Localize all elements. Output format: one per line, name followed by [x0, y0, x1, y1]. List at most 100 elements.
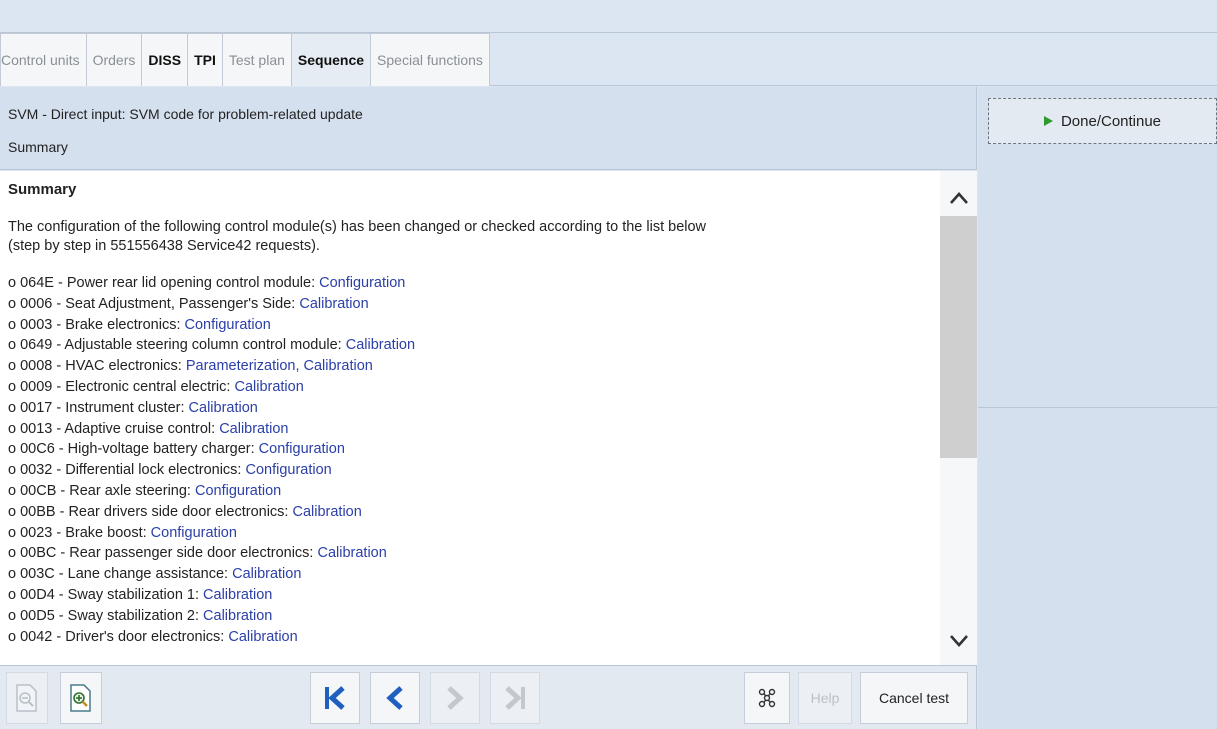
- summary-heading: Summary: [8, 181, 77, 198]
- side-panel: Done/Continue: [978, 87, 1217, 729]
- title-bar: [0, 0, 1217, 33]
- module-description: o 0003 - Brake electronics:: [8, 316, 185, 333]
- module-description: o 003C - Lane change assistance:: [8, 566, 233, 583]
- list-item: o 0032 - Differential lock electronics: …: [8, 460, 938, 481]
- done-continue-label: Done/Continue: [1060, 112, 1162, 130]
- module-description: o 0649 - Adjustable steering column cont…: [8, 337, 346, 354]
- step-header: SVM - Direct input: SVM code for problem…: [0, 87, 977, 170]
- bottom-toolbar: Help Cancel test: [0, 665, 977, 729]
- list-item: o 064E - Power rear lid opening control …: [8, 273, 938, 294]
- network-nodes-icon: [758, 688, 776, 708]
- module-action-link[interactable]: Calibration: [203, 587, 272, 603]
- module-action-link[interactable]: Configuration: [319, 275, 405, 291]
- list-item: o 0023 - Brake boost: Configuration: [8, 523, 938, 544]
- summary-paragraph-line-1: The configuration of the following contr…: [8, 219, 707, 235]
- module-description: o 00C6 - High-voltage battery charger:: [8, 441, 259, 458]
- chevron-left-icon: [386, 686, 403, 710]
- help-button[interactable]: Help: [798, 672, 852, 724]
- list-item: o 0042 - Driver's door electronics: Cali…: [8, 627, 938, 648]
- module-description: o 00D5 - Sway stabilization 2:: [8, 607, 204, 624]
- module-action-link[interactable]: Configuration: [246, 462, 332, 478]
- tab-sequence[interactable]: Sequence: [290, 33, 372, 86]
- list-item: o 00C6 - High-voltage battery charger: C…: [8, 439, 938, 460]
- list-item: o 003C - Lane change assistance: Calibra…: [8, 564, 938, 585]
- module-description: o 00D4 - Sway stabilization 1:: [8, 586, 204, 603]
- last-step-button[interactable]: [490, 672, 540, 724]
- help-label: Help: [810, 690, 840, 706]
- scroll-thumb[interactable]: [940, 216, 977, 458]
- list-item: o 0008 - HVAC electronics: Parameterizat…: [8, 356, 938, 377]
- tab-tpi[interactable]: TPI: [187, 33, 223, 86]
- skip-first-icon: [325, 686, 345, 710]
- module-action-link[interactable]: Configuration: [195, 483, 281, 499]
- module-description: o 0032 - Differential lock electronics:: [8, 462, 246, 479]
- module-action-link[interactable]: Calibration: [189, 400, 258, 416]
- list-item: o 0003 - Brake electronics: Configuratio…: [8, 315, 938, 336]
- tabs: Control units Orders DISS TPI Test plan Seque…: [0, 33, 490, 86]
- list-item: o 00CB - Rear axle steering: Configurati…: [8, 481, 938, 502]
- chevron-down-icon: [949, 635, 968, 647]
- module-action-link[interactable]: Configuration: [185, 317, 271, 333]
- module-description: o 0023 - Brake boost:: [8, 524, 151, 541]
- module-action-link[interactable]: Parameterization, Calibration: [186, 358, 373, 374]
- chevron-right-icon: [447, 686, 464, 710]
- previous-step-button[interactable]: [370, 672, 420, 724]
- chevron-up-icon: [949, 192, 968, 204]
- module-description: o 0009 - Electronic central electric:: [8, 378, 235, 395]
- tab-special-functions[interactable]: Special functions: [370, 33, 490, 86]
- zoom-in-document-icon: [70, 684, 91, 712]
- module-action-link[interactable]: Calibration: [228, 629, 297, 645]
- tab-control-units[interactable]: Control units: [0, 33, 87, 86]
- list-item: o 00BC - Rear passenger side door electr…: [8, 543, 938, 564]
- module-action-link[interactable]: Calibration: [232, 566, 301, 582]
- list-item: o 0649 - Adjustable steering column cont…: [8, 335, 938, 356]
- list-item: o 00BB - Rear drivers side door electron…: [8, 502, 938, 523]
- list-item: o 00D4 - Sway stabilization 1: Calibrati…: [8, 585, 938, 606]
- module-action-link[interactable]: Calibration: [318, 545, 387, 561]
- module-description: o 00CB - Rear axle steering:: [8, 482, 195, 499]
- module-description: o 064E - Power rear lid opening control …: [8, 275, 320, 291]
- module-action-link[interactable]: Calibration: [346, 337, 415, 353]
- step-title: SVM - Direct input: SVM code for problem…: [8, 106, 363, 122]
- module-action-link[interactable]: Calibration: [234, 379, 303, 395]
- scroll-up-button[interactable]: [940, 183, 977, 213]
- module-description: o 0008 - HVAC electronics:: [8, 358, 186, 375]
- first-step-button[interactable]: [310, 672, 360, 724]
- cancel-test-label: Cancel test: [878, 690, 950, 706]
- network-button[interactable]: [744, 672, 790, 724]
- list-item: o 0006 - Seat Adjustment, Passenger's Si…: [8, 294, 938, 315]
- list-item: o 0017 - Instrument cluster: Calibration: [8, 398, 938, 419]
- module-action-link[interactable]: Configuration: [151, 525, 237, 541]
- list-item: o 0013 - Adaptive cruise control: Calibr…: [8, 419, 938, 440]
- next-step-button[interactable]: [430, 672, 480, 724]
- zoom-out-document-icon: [16, 684, 37, 712]
- summary-paragraph-line-2: (step by step in 551556438 Service42 req…: [8, 238, 320, 254]
- module-description: o 0042 - Driver's door electronics:: [8, 628, 229, 645]
- module-action-link[interactable]: Calibration: [293, 504, 362, 520]
- cancel-test-button[interactable]: Cancel test: [860, 672, 968, 724]
- module-list: o 064E - Power rear lid opening control …: [8, 273, 938, 647]
- zoom-out-button[interactable]: [6, 672, 48, 724]
- vertical-scrollbar[interactable]: [940, 171, 977, 665]
- done-continue-button[interactable]: Done/Continue: [988, 98, 1217, 144]
- tab-bar: Control units Orders DISS TPI Test plan Seque…: [0, 33, 1217, 86]
- step-subtitle: Summary: [8, 139, 68, 155]
- module-action-link[interactable]: Calibration: [299, 296, 368, 312]
- tab-orders[interactable]: Orders: [85, 33, 143, 86]
- side-divider: [978, 407, 1217, 408]
- list-item: o 0009 - Electronic central electric: Ca…: [8, 377, 938, 398]
- module-action-link[interactable]: Configuration: [259, 441, 345, 457]
- zoom-in-button[interactable]: [60, 672, 102, 724]
- scroll-down-button[interactable]: [940, 626, 977, 656]
- module-description: o 0017 - Instrument cluster:: [8, 399, 189, 416]
- list-item: o 00D5 - Sway stabilization 2: Calibrati…: [8, 606, 938, 627]
- play-icon: [1043, 116, 1053, 126]
- module-description: o 00BB - Rear drivers side door electron…: [8, 503, 293, 520]
- module-description: o 0006 - Seat Adjustment, Passenger's Si…: [8, 295, 300, 312]
- module-action-link[interactable]: Calibration: [219, 421, 288, 437]
- tab-diss[interactable]: DISS: [141, 33, 189, 86]
- summary-content: Summary The configuration of the followi…: [0, 171, 977, 665]
- tab-test-plan[interactable]: Test plan: [221, 33, 292, 86]
- module-action-link[interactable]: Calibration: [203, 608, 272, 624]
- module-description: o 00BC - Rear passenger side door electr…: [8, 545, 318, 562]
